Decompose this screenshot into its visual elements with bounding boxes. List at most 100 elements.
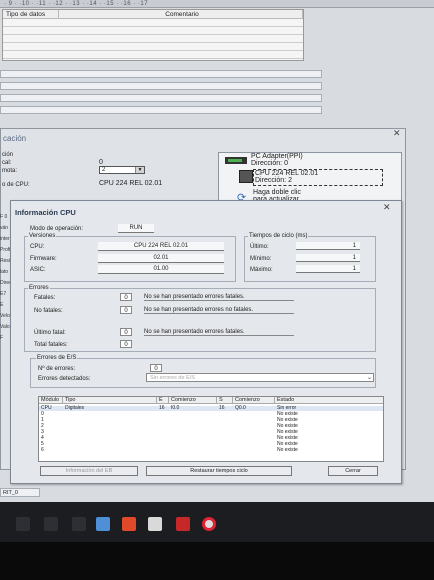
cycle-label: Tiempos de ciclo (ms) <box>248 233 309 239</box>
io-count: 0 <box>150 364 162 372</box>
chrome-icon[interactable] <box>202 517 216 531</box>
nonfatal-message: No se han presentado errores no fatales. <box>144 307 294 314</box>
table-row[interactable]: 2 No existe <box>39 424 383 429</box>
screen: · 9 · ·10 · ·11 · ·12 · ·13 · ·14 · ·15 … <box>0 0 434 510</box>
red-app-icon[interactable] <box>176 517 190 531</box>
comm-label-a: ción <box>2 152 14 158</box>
reset-cycle-times-button[interactable]: Restaurar tiempos ciclo <box>146 466 292 476</box>
table-cell: 6 <box>41 447 44 453</box>
table-row[interactable]: 1 No existe <box>39 418 383 423</box>
comm-cpu-type-value: CPU 224 REL 02.01 <box>99 180 163 187</box>
chevron-down-icon[interactable]: ⌄ <box>367 374 372 382</box>
grid-header-datatype[interactable]: Tipo de datos <box>3 10 59 19</box>
min-cycle-label: Mínimo: <box>250 256 272 262</box>
last-fatal-message: No se han presentado errores fatales. <box>144 329 294 336</box>
table-row[interactable]: 5 No existe <box>39 442 383 447</box>
table-row[interactable]: 0 No existe <box>39 412 383 417</box>
comm-close-icon[interactable]: ✕ <box>393 128 401 139</box>
pc-adapter-label[interactable]: PC Adapter(PPI) <box>251 153 303 160</box>
left-cut-10: F <box>0 335 4 341</box>
col-s[interactable]: S <box>217 397 233 404</box>
io-errors-label: Errores de E/S <box>36 355 78 361</box>
eb-info-button[interactable]: Información del EB <box>40 466 138 476</box>
cpu-dialog-title: Información CPU <box>15 208 76 217</box>
comm-local-value: 0 <box>99 159 103 166</box>
errors-label: Errores <box>28 285 50 291</box>
remote-address-value: 2 <box>102 167 106 173</box>
3d-viewer-icon[interactable] <box>148 517 162 531</box>
table-row[interactable]: 6 No existe <box>39 448 383 453</box>
fatal-count: 0 <box>120 293 132 301</box>
firmware-label: Firmware: <box>30 256 57 262</box>
search-icon[interactable] <box>44 517 58 531</box>
comm-label-remote: mota: <box>2 168 18 174</box>
office-icon[interactable] <box>122 517 136 531</box>
bar-3 <box>0 94 322 102</box>
io-errors-dropdown[interactable]: Sin errores de E/S ⌄ <box>146 373 374 382</box>
left-cut-7: E7 E <box>0 291 7 308</box>
mode-value: RUN <box>118 224 154 233</box>
pc-adapter-icon <box>225 157 247 164</box>
module-table: Módulo Tipo E Comienzo S Comienzo Estado… <box>38 396 384 462</box>
table-cell: 16 <box>219 405 225 411</box>
last-fatal-count: 0 <box>120 328 132 336</box>
close-button[interactable]: Cerrar <box>328 466 378 476</box>
refresh-line1[interactable]: Haga doble clic <box>253 189 301 196</box>
remote-address-select[interactable]: 2 ▼ <box>99 166 145 174</box>
last-cycle-field: 1 <box>296 242 360 250</box>
left-cut-1: ván <box>0 225 9 231</box>
left-cut-9: Valo <box>0 324 10 330</box>
cpu-version-field: CPU 224 REL 02.01 <box>98 242 224 251</box>
col-status[interactable]: Estado <box>275 397 383 404</box>
col-type[interactable]: Tipo <box>63 397 157 404</box>
io-count-label: Nº de errores: <box>38 366 76 372</box>
grid-header-comment[interactable]: Comentario <box>59 10 303 19</box>
cpu-label: CPU: <box>30 244 45 250</box>
bar-4 <box>0 106 322 114</box>
left-cut-6: Direc <box>0 280 12 286</box>
plc-cpu-icon <box>239 170 253 183</box>
col-start-out[interactable]: Comienzo <box>233 397 275 404</box>
col-e[interactable]: E <box>157 397 169 404</box>
table-row[interactable]: 3 No existe <box>39 430 383 435</box>
table-cell: 16 <box>159 405 165 411</box>
left-cut-2: inter <box>0 236 10 242</box>
min-cycle-field: 1 <box>296 254 360 262</box>
close-icon[interactable]: ✕ <box>383 202 391 213</box>
ruler: · 9 · ·10 · ·11 · ·12 · ·13 · ·14 · ·15 … <box>0 0 434 8</box>
last-fatal-label: Último fatal: <box>34 330 66 336</box>
left-cut-0: F 0 <box>0 214 8 220</box>
last-cycle-label: Último: <box>250 244 269 250</box>
table-cell: Digitales <box>65 405 85 411</box>
comm-label-cpu-type: o de CPU: <box>2 182 30 188</box>
comm-dialog-title: cación <box>3 134 27 143</box>
nonfatal-label: No fatales: <box>34 308 63 314</box>
bar-1 <box>0 70 322 78</box>
col-start-in[interactable]: Comienzo <box>169 397 217 404</box>
windows-icon[interactable] <box>16 517 30 531</box>
table-row[interactable]: 4 No existe <box>39 436 383 441</box>
left-cut-3: Profi <box>0 247 11 253</box>
firmware-field: 02.01 <box>98 254 224 263</box>
task-view-icon[interactable] <box>72 517 86 531</box>
left-cut-5: lato <box>0 269 9 275</box>
max-cycle-label: Máximo: <box>250 267 273 273</box>
left-cut-4: Resid <box>0 258 13 264</box>
chevron-down-icon[interactable]: ▼ <box>135 167 144 173</box>
visual-studio-icon[interactable] <box>96 517 110 531</box>
col-module[interactable]: Módulo <box>39 397 63 404</box>
variable-grid: Tipo de datos Comentario <box>2 9 304 61</box>
monitor-bezel <box>0 542 434 580</box>
asic-field: 01.00 <box>98 265 224 274</box>
total-fatal-count: 0 <box>120 340 132 348</box>
taskbar <box>0 502 434 542</box>
table-cell: I0.0 <box>171 405 180 411</box>
mode-label: Modo de operación: <box>30 226 84 232</box>
table-row[interactable]: CPU Digitales 16 I0.0 16 Q0.0 Sin error <box>39 406 383 411</box>
bar-2 <box>0 82 322 90</box>
table-cell: No existe <box>277 447 298 453</box>
bottom-tab[interactable]: RIT_0 <box>0 488 40 497</box>
total-fatal-label: Total fatales: <box>34 342 68 348</box>
pc-adapter-address: Dirección: 0 <box>251 160 288 167</box>
fatal-message: No se han presentado errores fatales. <box>144 294 294 301</box>
